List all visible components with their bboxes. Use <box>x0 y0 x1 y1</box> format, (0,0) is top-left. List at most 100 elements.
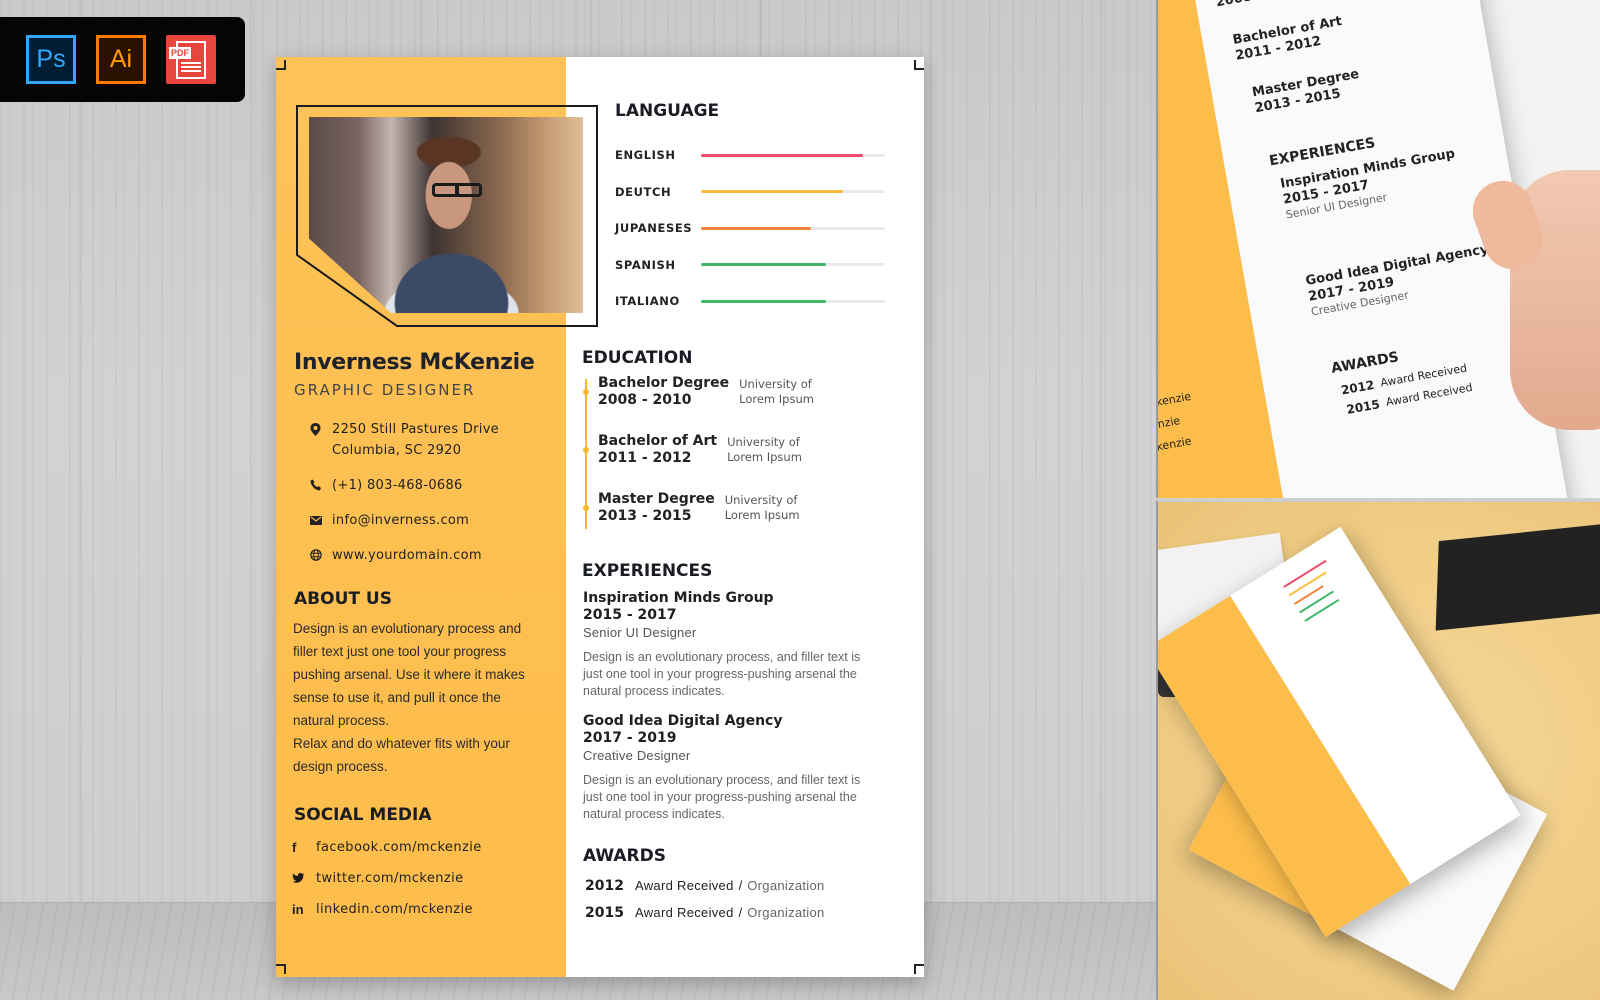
language-name: ENGLISH <box>615 148 676 163</box>
language-bar-fill <box>701 263 827 267</box>
education-school: University of Lorem Ipsum <box>727 435 802 464</box>
language-name: SPANISH <box>615 257 676 272</box>
language-bar-track <box>701 190 885 194</box>
experience-role: Senior UI Designer <box>583 625 697 640</box>
award-separator: / <box>738 878 743 893</box>
experience-item: Inspiration Minds Group 2015 - 2017 Seni… <box>583 590 883 700</box>
social-linkedin-text: linkedin.com/mckenzie <box>316 902 473 917</box>
experience-role: Creative Designer <box>583 748 691 763</box>
pdf-lines <box>181 61 201 74</box>
about-text: Design is an evolutionary process and fi… <box>293 617 543 778</box>
contact-website: www.yourdomain.com <box>310 545 550 566</box>
contact-address-text: 2250 Still Pastures Drive Columbia, SC 2… <box>332 422 499 458</box>
pdf-document-shape: PDF <box>169 40 206 79</box>
preview-language-bar <box>1299 590 1335 614</box>
location-pin-icon <box>310 419 332 437</box>
phone-icon <box>310 475 332 493</box>
education-heading: EDUCATION <box>582 348 693 368</box>
language-item: ENGLISH <box>615 137 885 174</box>
linkedin-icon: in <box>292 902 304 917</box>
preview-language-bar <box>1288 571 1327 597</box>
timeline-dot <box>583 447 589 453</box>
contact-list: 2250 Still Pastures Drive Columbia, SC 2… <box>310 419 550 580</box>
envelope-icon <box>310 510 332 528</box>
education-years: 2011 - 2012 <box>598 450 692 466</box>
about-paragraph-1: Design is an evolutionary process and fi… <box>293 621 525 728</box>
language-bar-track <box>701 226 885 230</box>
globe-icon <box>310 545 332 563</box>
contact-email: info@inverness.com <box>310 510 550 531</box>
experience-years: 2017 - 2019 <box>583 730 677 746</box>
social-twitter-text: twitter.com/mckenzie <box>316 871 464 886</box>
education-item: Bachelor Degree 2008 - 2010 University o… <box>582 375 882 433</box>
education-years: 2013 - 2015 <box>598 508 692 524</box>
experiences-heading: EXPERIENCES <box>582 561 713 581</box>
contact-phone: (+1) 803-468-0686 <box>310 475 550 496</box>
education-item: Master Degree 2013 - 2015 University of … <box>582 491 882 549</box>
social-heading: SOCIAL MEDIA <box>294 805 432 825</box>
preview-award-year: 2012 <box>1340 377 1376 398</box>
social-facebook-text: facebook.com/mckenzie <box>316 840 482 855</box>
pdf-label: PDF <box>169 46 191 59</box>
language-bar-fill <box>701 226 812 230</box>
contact-website-text: www.yourdomain.com <box>332 548 482 563</box>
preview-social-heading: SOCIAL MEDIA <box>1156 372 1157 405</box>
education-degree: Bachelor Degree <box>598 375 730 391</box>
award-item: 2015 Award Received / Organization <box>585 899 825 926</box>
language-bar-track <box>701 153 885 157</box>
illustrator-label: Ai <box>109 45 133 73</box>
language-bar-fill <box>701 190 843 194</box>
education-school: University of Lorem Ipsum <box>724 493 800 522</box>
software-badges: Ps Ai PDF <box>0 17 245 102</box>
photoshop-label: Ps <box>36 45 66 73</box>
education-list: Bachelor Degree 2008 - 2010 University o… <box>582 375 882 549</box>
social-item-twitter: twitter.com/mckenzie <box>292 863 482 894</box>
language-bar-track <box>701 299 885 303</box>
award-separator: / <box>738 905 743 920</box>
award-year: 2012 <box>585 877 624 894</box>
award-organization: Organization <box>747 878 825 893</box>
resume-sheet: Inverness McKenzie GRAPHIC DESIGNER 2250… <box>276 57 924 977</box>
facebook-icon: f <box>292 840 297 855</box>
preview-black-box <box>1435 523 1600 631</box>
profile-photo-frame <box>296 105 598 327</box>
timeline-dot <box>583 505 589 511</box>
contact-address: 2250 Still Pastures Drive Columbia, SC 2… <box>310 419 550 461</box>
preview-handheld: 2008 - 2010 Bachelor of Art 2011 - 2012 … <box>1156 0 1600 498</box>
language-list: ENGLISH DEUTCH JUPANESES SPANISH ITALIAN… <box>615 137 885 320</box>
illustrator-icon: Ai <box>96 35 146 84</box>
education-years: 2008 - 2010 <box>598 392 692 408</box>
award-item: 2012 Award Received / Organization <box>585 872 825 899</box>
education-degree: Master Degree <box>598 491 715 507</box>
experience-list: Inspiration Minds Group 2015 - 2017 Seni… <box>583 590 883 836</box>
about-paragraph-2: Relax and do whatever fits with your des… <box>293 736 510 774</box>
experience-description: Design is an evolutionary process, and f… <box>583 773 861 821</box>
social-item-facebook: f facebook.com/mckenzie <box>292 832 482 863</box>
language-name: ITALIANO <box>615 294 680 309</box>
crop-mark-bottom-right <box>914 964 924 974</box>
language-item: JUPANESES <box>615 210 885 247</box>
pdf-icon: PDF <box>166 35 216 84</box>
education-school: University of Lorem Ipsum <box>739 377 814 406</box>
photoshop-icon: Ps <box>26 35 76 84</box>
resume-role: GRAPHIC DESIGNER <box>294 381 476 399</box>
preview-exp-company: Good Idea Digital Agency <box>1304 242 1490 289</box>
photo-subject-glasses <box>432 183 482 197</box>
award-year: 2015 <box>585 904 624 921</box>
experience-item: Good Idea Digital Agency 2017 - 2019 Cre… <box>583 713 883 823</box>
language-bar-fill <box>701 299 827 303</box>
award-name: Award Received <box>635 905 734 920</box>
timeline-dot <box>583 389 589 395</box>
contact-email-text: info@inverness.com <box>332 513 470 528</box>
experience-company: Inspiration Minds Group <box>583 590 774 606</box>
preview-award-year: 2015 <box>1345 397 1381 417</box>
experience-company: Good Idea Digital Agency <box>583 713 783 729</box>
contact-phone-text: (+1) 803-468-0686 <box>332 478 463 493</box>
award-organization: Organization <box>747 905 825 920</box>
about-heading: ABOUT US <box>294 589 392 609</box>
education-item: Bachelor of Art 2011 - 2012 University o… <box>582 433 882 491</box>
award-name: Award Received <box>635 878 734 893</box>
language-bar-track <box>701 263 885 267</box>
awards-heading: AWARDS <box>583 846 666 866</box>
language-item: DEUTCH <box>615 174 885 211</box>
